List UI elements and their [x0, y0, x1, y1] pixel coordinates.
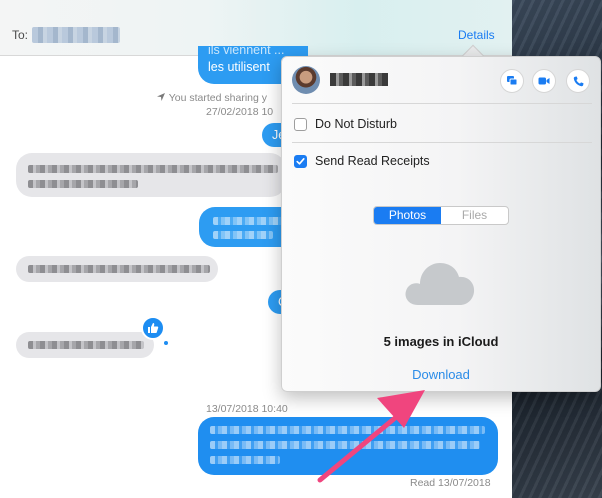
location-arrow-icon: [157, 93, 165, 101]
do-not-disturb-option[interactable]: Do Not Disturb: [294, 117, 397, 131]
send-read-receipts-checkbox[interactable]: [294, 154, 307, 168]
cloud-icon: [405, 263, 475, 305]
avatar[interactable]: [292, 66, 320, 94]
audio-call-button[interactable]: [566, 69, 590, 93]
recipient-name-redacted[interactable]: [32, 27, 120, 43]
message-bubble-incoming[interactable]: [16, 256, 218, 282]
download-button[interactable]: Download: [282, 367, 600, 382]
phone-icon: [573, 76, 583, 86]
message-text: les utilisent: [208, 60, 270, 74]
location-sharing-text: You started sharing y: [168, 92, 267, 104]
redacted-text: [28, 341, 144, 349]
checkmark-icon: [296, 157, 305, 165]
divider: [292, 103, 592, 104]
screen-share-button[interactable]: [500, 69, 524, 93]
message-text: ils viennent ...: [208, 43, 285, 57]
do-not-disturb-label: Do Not Disturb: [315, 117, 397, 131]
divider: [292, 142, 592, 143]
screen-share-icon: [507, 76, 518, 86]
location-sharing-notice: You started sharing y: [156, 92, 267, 104]
redacted-text: [28, 165, 278, 173]
redacted-text: [210, 426, 485, 434]
tab-files[interactable]: Files: [441, 207, 508, 224]
do-not-disturb-checkbox[interactable]: [294, 117, 307, 131]
redacted-text: [28, 180, 138, 188]
tapback-tail: [164, 341, 168, 345]
message-bubble-incoming[interactable]: [16, 332, 154, 358]
send-read-receipts-label: Send Read Receipts: [315, 154, 430, 168]
contact-name-redacted: [330, 73, 388, 86]
tab-photos[interactable]: Photos: [374, 207, 441, 224]
send-read-receipts-option[interactable]: Send Read Receipts: [294, 154, 430, 168]
message-bubble-outgoing[interactable]: [198, 417, 498, 475]
tapback-like[interactable]: [141, 316, 165, 340]
message-bubble-incoming[interactable]: [16, 153, 286, 197]
video-call-button[interactable]: [532, 69, 556, 93]
attachments-tab-control: Photos Files: [373, 206, 509, 225]
read-receipt: Read 13/07/2018: [410, 477, 491, 489]
details-button[interactable]: Details: [458, 28, 495, 42]
thumbs-up-icon: [148, 323, 159, 333]
video-camera-icon: [538, 77, 550, 85]
redacted-text: [210, 441, 480, 449]
details-popover: Do Not Disturb Send Read Receipts Photos…: [281, 56, 601, 392]
to-label: To:: [12, 28, 29, 42]
redacted-text: [210, 456, 280, 464]
timestamp: 13/07/2018 10:40: [206, 403, 288, 415]
redacted-text: [213, 231, 273, 239]
timestamp: 27/02/2018 10: [206, 106, 274, 118]
icloud-image-count: 5 images in iCloud: [383, 334, 499, 349]
redacted-text: [28, 265, 210, 273]
